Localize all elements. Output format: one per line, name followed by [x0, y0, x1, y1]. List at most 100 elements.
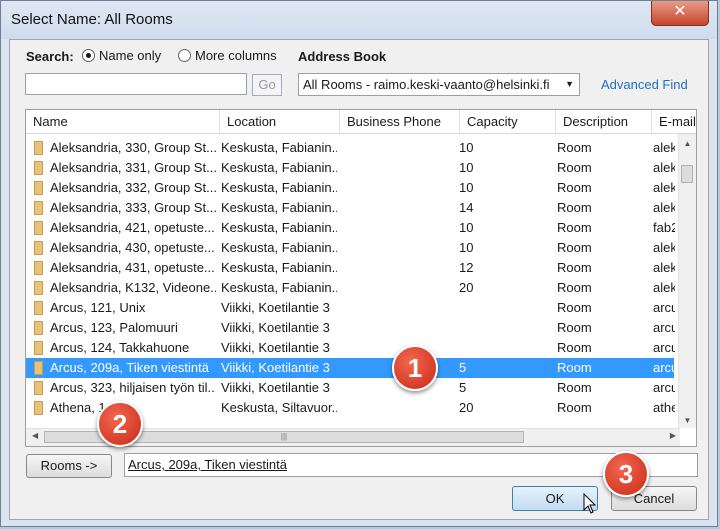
table-row[interactable]: Aleksandria, K132, Videone... Keskusta, F…	[26, 278, 675, 298]
column-header-email[interactable]: E-mail	[652, 110, 696, 133]
vertical-scrollbar[interactable]: ▲ ▼	[678, 134, 696, 428]
cell-location: Keskusta, Fabianin...	[221, 200, 337, 215]
scroll-left-icon[interactable]: ◀	[32, 431, 38, 440]
cell-description: Room	[557, 320, 592, 335]
cell-email: alek	[653, 160, 675, 175]
cell-capacity: 10	[459, 240, 474, 255]
cell-name: Arcus, 121, Unix	[50, 300, 146, 315]
room-icon	[34, 401, 43, 415]
cell-location: Viikki, Koetilantie 3	[221, 360, 330, 375]
cell-location: Keskusta, Fabianin...	[221, 240, 337, 255]
cell-capacity: 10	[459, 180, 474, 195]
cell-location: Viikki, Koetilantie 3	[221, 320, 330, 335]
cell-email: athe	[653, 400, 675, 415]
table-row[interactable]: Arcus, 323, hiljaisen työn til... Viikki,…	[26, 378, 675, 398]
table-row[interactable]: Arcus, 121, Unix Viikki, Koetilantie 3 Roo…	[26, 298, 675, 318]
cell-capacity: 10	[459, 220, 474, 235]
table-row[interactable]: Aleksandria, 421, opetuste... Keskusta, F…	[26, 218, 675, 238]
cell-name: Aleksandria, 421, opetuste...	[50, 220, 215, 235]
cell-name: Aleksandria, 332, Group St...	[50, 180, 216, 195]
cell-email: alek	[653, 280, 675, 295]
dropdown-arrow-icon[interactable]: ▼	[565, 74, 574, 95]
cell-description: Room	[557, 180, 592, 195]
cell-description: Room	[557, 160, 592, 175]
room-icon	[34, 161, 43, 175]
cell-email: arcu	[653, 360, 675, 375]
room-icon	[34, 281, 43, 295]
room-icon	[34, 301, 43, 315]
table-row[interactable]: Aleksandria, 331, Group St... Keskusta, F…	[26, 158, 675, 178]
table-row[interactable]: Aleksandria, 430, opetuste... Keskusta, F…	[26, 238, 675, 258]
table-row[interactable]: Aleksandria, 333, Group St... Keskusta, F…	[26, 198, 675, 218]
rooms-list[interactable]: Name Location Business Phone Capacity De…	[25, 109, 697, 447]
cell-description: Room	[557, 220, 592, 235]
cell-email: arcu	[653, 380, 675, 395]
address-book-dropdown[interactable]: All Rooms - raimo.keski-vaanto@helsinki.…	[298, 73, 580, 96]
mouse-cursor-icon	[583, 493, 597, 514]
cell-capacity: 5	[459, 380, 467, 395]
cell-name: Aleksandria, 331, Group St...	[50, 160, 216, 175]
select-name-dialog: Select Name: All Rooms ✕ Search: Name on…	[0, 0, 718, 527]
radio-more-columns[interactable]: More columns	[178, 48, 277, 63]
cell-name: Arcus, 123, Palomuuri	[50, 320, 178, 335]
table-row[interactable]: Arcus, 123, Palomuuri Viikki, Koetilantie…	[26, 318, 675, 338]
cell-description: Room	[557, 300, 592, 315]
cell-description: Room	[557, 200, 592, 215]
cell-email: alek	[653, 200, 675, 215]
room-icon	[34, 141, 43, 155]
cell-name: Arcus, 323, hiljaisen työn til...	[50, 380, 216, 395]
close-button[interactable]: ✕	[651, 1, 709, 26]
rooms-button[interactable]: Rooms ->	[26, 454, 112, 478]
cell-capacity: 20	[459, 280, 474, 295]
cell-capacity: 10	[459, 160, 474, 175]
cell-location: Keskusta, Fabianin...	[221, 220, 337, 235]
radio-selected-icon[interactable]	[82, 49, 95, 62]
radio-name-only[interactable]: Name only	[82, 48, 161, 63]
scroll-up-icon[interactable]: ▲	[679, 139, 696, 148]
cell-email: arcu	[653, 300, 675, 315]
column-header-description[interactable]: Description	[556, 110, 652, 133]
column-header-capacity[interactable]: Capacity	[460, 110, 556, 133]
radio-name-only-label: Name only	[99, 48, 162, 63]
cell-location: Keskusta, Siltavuor...	[221, 400, 337, 415]
column-header-name[interactable]: Name	[26, 110, 220, 133]
table-row[interactable]: Aleksandria, 431, opetuste... Keskusta, F…	[26, 258, 675, 278]
cell-description: Room	[557, 340, 592, 355]
cell-name: Arcus, 209a, Tiken viestintä	[50, 360, 209, 375]
cell-name: Aleksandria, 333, Group St...	[50, 200, 216, 215]
callout-badge-3: 3	[603, 451, 649, 497]
room-icon	[34, 341, 43, 355]
search-label: Search:	[26, 49, 74, 64]
table-row[interactable]: Arcus, 124, Takkahuone Viikki, Koetilanti…	[26, 338, 675, 358]
radio-more-columns-label: More columns	[195, 48, 277, 63]
table-row[interactable]: Aleksandria, 332, Group St... Keskusta, F…	[26, 178, 675, 198]
vertical-scroll-thumb[interactable]	[681, 165, 693, 183]
cell-name: Aleksandria, K132, Videone...	[50, 280, 216, 295]
room-icon	[34, 261, 43, 275]
advanced-find-link[interactable]: Advanced Find	[601, 77, 688, 92]
column-header-business-phone[interactable]: Business Phone	[340, 110, 460, 133]
search-input[interactable]	[25, 73, 247, 95]
cell-location: Keskusta, Fabianin...	[221, 140, 337, 155]
table-row[interactable]: Aleksandria, 330, Group St... Keskusta, F…	[26, 138, 675, 158]
cell-location: Keskusta, Fabianin...	[221, 280, 337, 295]
dialog-body: Search: Name only More columns Address B…	[9, 39, 709, 520]
scroll-down-icon[interactable]: ▼	[679, 416, 696, 425]
callout-badge-1: 1	[392, 345, 438, 391]
list-rows: Aleksandria, 330, Group St... Keskusta, F…	[26, 138, 675, 418]
radio-unselected-icon[interactable]	[178, 49, 191, 62]
column-header-location[interactable]: Location	[220, 110, 340, 133]
cell-location: Viikki, Koetilantie 3	[221, 380, 330, 395]
room-icon	[34, 201, 43, 215]
address-book-label: Address Book	[298, 49, 387, 64]
scroll-right-icon[interactable]: ▶	[670, 431, 676, 440]
cell-email: fab2	[653, 220, 675, 235]
cell-description: Room	[557, 140, 592, 155]
table-row-selected[interactable]: Arcus, 209a, Tiken viestintä Viikki, Koet…	[26, 358, 675, 378]
cell-description: Room	[557, 400, 592, 415]
title-bar[interactable]: Select Name: All Rooms ✕	[1, 1, 717, 39]
cell-email: alek	[653, 260, 675, 275]
go-button[interactable]: Go	[252, 74, 282, 96]
cell-email: alek	[653, 140, 675, 155]
room-icon	[34, 221, 43, 235]
